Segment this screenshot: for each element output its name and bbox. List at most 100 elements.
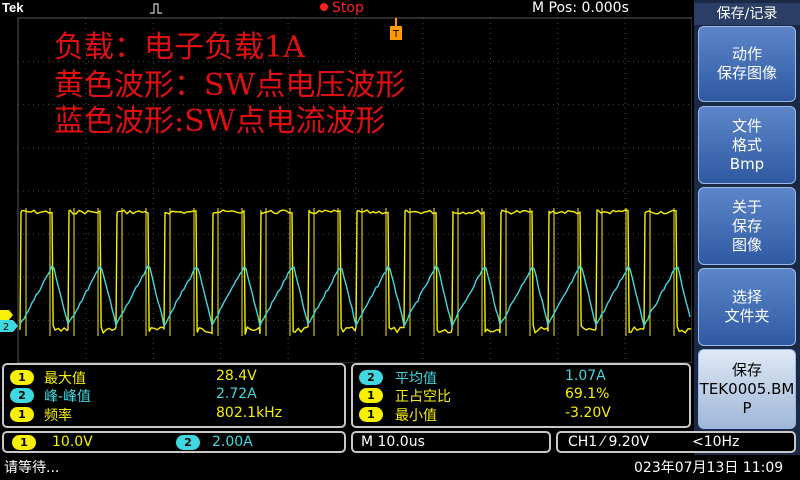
graticule-dot — [557, 118, 559, 119]
graticule-dot — [422, 78, 424, 79]
graticule-dot — [48, 233, 49, 235]
graticule-dot — [287, 178, 289, 179]
graticule-dot — [593, 104, 594, 106]
graticule-dot — [303, 147, 304, 149]
graticule-dot — [573, 190, 574, 192]
graticule-dot — [318, 233, 319, 235]
trigger-setting: CH1 ⁄ 9.20V — [568, 434, 650, 450]
graticule-dot — [287, 333, 289, 334]
graticule-dot — [628, 61, 629, 63]
graticule-dot — [668, 319, 669, 321]
graticule-dot — [173, 147, 174, 149]
graticule-dot — [18, 319, 19, 321]
graticule-dot — [152, 318, 154, 319]
menu-select-folder-button[interactable]: 选择 文件夹 — [698, 268, 796, 346]
graticule-dot — [378, 233, 379, 235]
graticule-dot — [355, 243, 356, 244]
graticule-dot — [220, 253, 222, 254]
graticule-dot — [463, 276, 464, 278]
graticule-dot — [624, 23, 626, 24]
graticule-dot — [624, 243, 626, 244]
graticule-dot — [558, 233, 559, 235]
graticule-dot — [173, 233, 174, 235]
graticule-dot — [468, 147, 469, 149]
graticule-dot — [303, 319, 304, 321]
graticule-dot — [678, 190, 679, 192]
graticule-dot — [393, 233, 394, 235]
graticule-dot — [603, 233, 604, 235]
graticule-dot — [220, 343, 222, 344]
menu-about-save-button[interactable]: 关于 保存 图像 — [698, 187, 796, 265]
graticule-dot — [557, 243, 559, 244]
graticule-dot — [53, 147, 54, 149]
graticule-dot — [313, 147, 314, 149]
graticule-dot — [423, 233, 424, 235]
graticule-dot — [298, 233, 299, 235]
graticule-dot — [85, 223, 87, 224]
graticule-dot — [152, 263, 154, 264]
graticule-dot — [220, 173, 222, 174]
graticule-dot — [303, 190, 304, 192]
graticule-dot — [489, 168, 491, 169]
graticule-dot — [183, 276, 184, 278]
graticule-dot — [663, 319, 664, 321]
graticule-dot — [33, 190, 34, 192]
graticule-dot — [355, 238, 356, 239]
graticule-dot — [557, 208, 559, 209]
graticule-dot — [422, 333, 424, 334]
graticule-dot — [173, 276, 174, 278]
graticule-dot — [43, 319, 44, 321]
measurement-panel-left: 1 最大值 28.4V 2 峰-峰值 2.72A 1 频率 802.1kHz — [2, 363, 346, 428]
menu-action-button[interactable]: 动作 保存图像 — [698, 26, 796, 102]
ch2-ground-marker: 2 — [0, 320, 18, 333]
graticule-dot — [583, 190, 584, 192]
graticule-dot — [158, 147, 159, 149]
graticule-dot — [433, 190, 434, 192]
menu-file-format-button[interactable]: 文件 格式 Bmp — [698, 106, 796, 184]
graticule-dot — [152, 198, 154, 199]
graticule-dot — [78, 190, 79, 192]
graticule-dot — [624, 123, 626, 124]
graticule-dot — [633, 147, 634, 149]
graticule-dot — [683, 147, 684, 149]
graticule-dot — [43, 147, 44, 149]
graticule-dot — [220, 258, 222, 259]
graticule-dot — [108, 190, 109, 192]
graticule-dot — [85, 143, 87, 144]
graticule-dot — [688, 104, 689, 106]
graticule-dot — [624, 113, 626, 114]
graticule-dot — [508, 276, 509, 278]
graticule-dot — [355, 203, 356, 204]
graticule-dot — [422, 38, 424, 39]
graticule-dot — [588, 61, 589, 63]
graticule-dot — [373, 233, 374, 235]
graticule-dot — [287, 268, 289, 269]
menu-action-label: 动作 保存图像 — [716, 45, 777, 82]
trigger-panel[interactable]: CH1 ⁄ 9.20V <10Hz — [556, 431, 796, 453]
graticule-dot — [355, 218, 356, 219]
graticule-dot — [489, 348, 491, 349]
graticule-dot — [73, 190, 74, 192]
graticule-dot — [478, 233, 479, 235]
graticule-dot — [408, 104, 409, 106]
graticule-dot — [624, 283, 626, 284]
graticule-dot — [333, 319, 334, 321]
graticule-dot — [85, 233, 87, 234]
graticule-dot — [293, 233, 294, 235]
graticule-dot — [220, 198, 222, 199]
graticule-dot — [422, 298, 424, 299]
graticule-dot — [438, 61, 439, 63]
timebase-panel[interactable]: M 10.0us — [351, 431, 551, 453]
graticule-dot — [557, 248, 559, 249]
menu-save-button[interactable]: 保存 TEK0005.BM P — [698, 349, 796, 429]
graticule-dot — [663, 61, 664, 63]
graticule-dot — [513, 319, 514, 321]
vertical-scale-panel[interactable]: 1 10.0V 2 2.00A — [2, 431, 346, 453]
graticule-dot — [428, 147, 429, 149]
graticule-dot — [558, 276, 559, 278]
graticule-dot — [618, 147, 619, 149]
graticule-dot — [448, 147, 449, 149]
graticule-dot — [85, 178, 87, 179]
graticule-dot — [513, 233, 514, 235]
graticule-dot — [523, 190, 524, 192]
